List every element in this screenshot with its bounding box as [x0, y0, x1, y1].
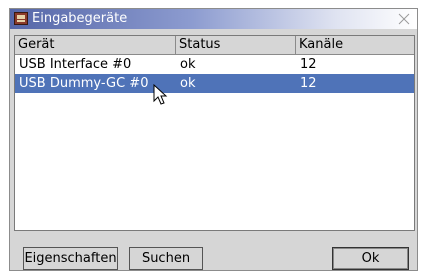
mouse-pointer-icon [153, 84, 168, 105]
channels-cell: 12 [300, 76, 317, 91]
device-name-cell: USB Interface #0 [19, 57, 132, 72]
status-cell: ok [180, 57, 196, 72]
window-title: Eingabegeräte [32, 11, 128, 26]
dialog-window: Eingabegeräte Gerät Status Kanäle USB In… [9, 8, 418, 271]
properties-button[interactable]: Eigenschaften [23, 247, 118, 270]
table-row-selected[interactable]: USB Dummy-GC #0 ok 12 [15, 74, 414, 93]
input-device-icon [14, 12, 28, 25]
table-row[interactable]: USB Interface #0 ok 12 [15, 55, 414, 74]
column-header-device[interactable]: Gerät [15, 36, 176, 54]
device-name-cell: USB Dummy-GC #0 [19, 76, 149, 91]
device-list[interactable]: Gerät Status Kanäle USB Interface #0 ok … [14, 35, 415, 231]
status-cell: ok [180, 76, 196, 91]
ok-button[interactable]: Ok [332, 247, 409, 270]
close-icon[interactable] [397, 12, 411, 26]
channels-cell: 12 [300, 57, 317, 72]
list-header: Gerät Status Kanäle [15, 36, 414, 55]
search-button[interactable]: Suchen [129, 247, 203, 270]
column-header-channels[interactable]: Kanäle [296, 36, 414, 54]
column-header-status[interactable]: Status [176, 36, 296, 54]
title-bar[interactable]: Eingabegeräte [10, 9, 417, 29]
